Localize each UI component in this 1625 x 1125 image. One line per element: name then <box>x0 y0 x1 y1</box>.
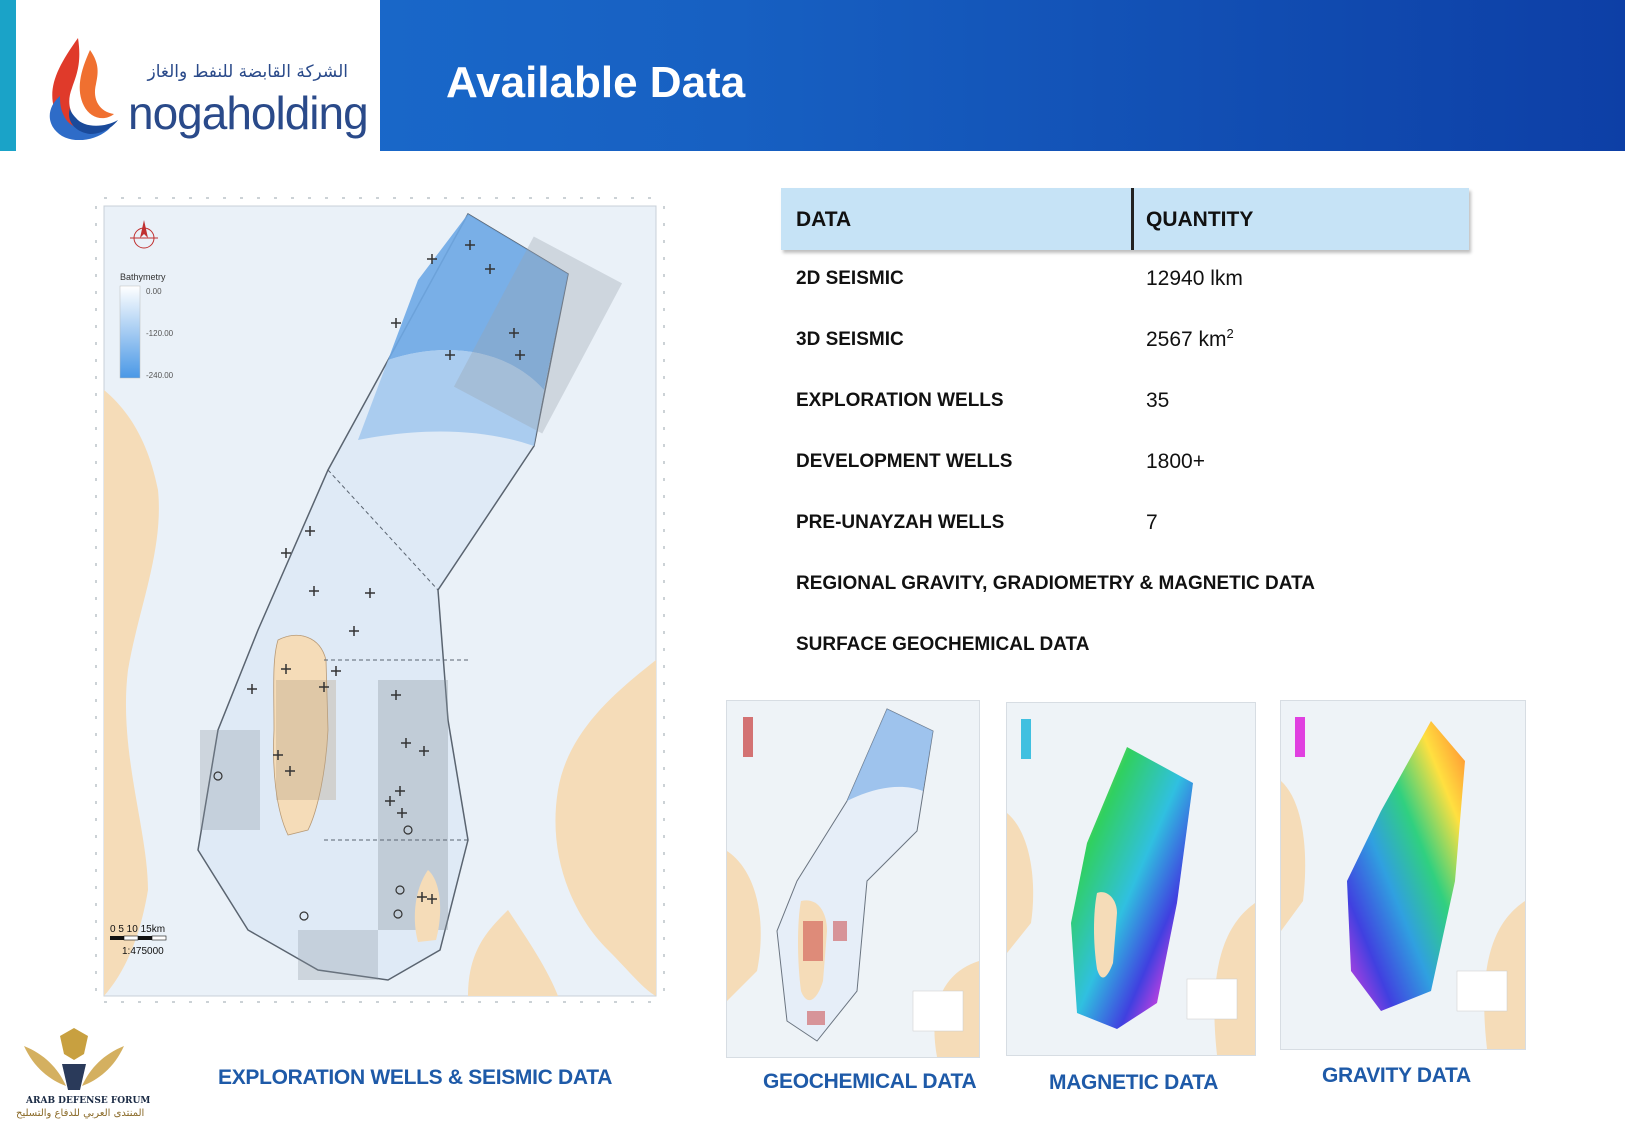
flame-logo-icon <box>49 38 118 140</box>
header-bar: الشركة القابضة للنفط والغاز nogaholding … <box>0 0 1625 151</box>
row-label: PRE-UNAYZAH WELLS <box>796 512 1005 533</box>
table-row: 2D SEISMIC 12940 lkm <box>781 250 1469 311</box>
row-value: 2567 km <box>1146 328 1227 351</box>
row-value-with-unit: 2567 km2 <box>1146 326 1234 352</box>
legend-value-top: 0.00 <box>146 287 162 296</box>
magnetic-map-caption: MAGNETIC DATA <box>1049 1071 1219 1094</box>
table-header: DATA QUANTITY <box>781 188 1469 250</box>
table-row: SURFACE GEOCHEMICAL DATA <box>781 616 1469 677</box>
table-row: REGIONAL GRAVITY, GRADIOMETRY & MAGNETIC… <box>781 555 1469 616</box>
exploration-map-caption: EXPLORATION WELLS & SEISMIC DATA <box>218 1066 613 1089</box>
available-data-table: DATA QUANTITY 2D SEISMIC 12940 lkm 3D SE… <box>781 188 1469 677</box>
logo-text: nogaholding <box>128 87 369 139</box>
exploration-map: Bathymetry 0.00 -120.00 -240.00 0 5 10 1… <box>95 197 665 1003</box>
page-title: Available Data <box>446 58 746 107</box>
row-label: REGIONAL GRAVITY, GRADIOMETRY & MAGNETIC… <box>796 573 1315 594</box>
scale-bar-labels: 0 5 10 15km <box>110 924 165 935</box>
row-label: EXPLORATION WELLS <box>796 390 1004 411</box>
row-label: 2D SEISMIC <box>796 268 904 289</box>
table-row: PRE-UNAYZAH WELLS 7 <box>781 494 1469 555</box>
geochemical-map-caption: GEOCHEMICAL DATA <box>763 1070 977 1093</box>
magnetic-map <box>1006 702 1256 1056</box>
table-row: EXPLORATION WELLS 35 <box>781 372 1469 433</box>
table-row: 3D SEISMIC 2567 km2 <box>781 311 1469 372</box>
column-header-quantity: QUANTITY <box>1146 208 1254 231</box>
gravity-map-caption: GRAVITY DATA <box>1322 1064 1471 1087</box>
unit-superscript: 2 <box>1226 326 1234 341</box>
row-value: 7 <box>1146 511 1158 534</box>
table-row: DEVELOPMENT WELLS 1800+ <box>781 433 1469 494</box>
logo-arabic-text: الشركة القابضة للنفط والغاز <box>147 62 348 82</box>
column-divider <box>1131 188 1134 250</box>
header-accent-stripe <box>0 0 16 151</box>
geochemical-map <box>726 700 980 1058</box>
gravity-map <box>1280 700 1526 1050</box>
row-value: 12940 lkm <box>1146 267 1243 290</box>
legend-title: Bathymetry <box>120 272 166 282</box>
legend-value-mid: -120.00 <box>146 329 174 338</box>
row-label: DEVELOPMENT WELLS <box>796 451 1013 472</box>
row-label: SURFACE GEOCHEMICAL DATA <box>796 634 1090 655</box>
row-value: 1800+ <box>1146 450 1205 473</box>
column-header-data: DATA <box>796 208 852 231</box>
watermark-title: ARAB DEFENSE FORUM <box>26 1096 151 1106</box>
legend-value-bottom: -240.00 <box>146 371 174 380</box>
watermark-arabic: المنتدى العربي للدفاع والتسليح <box>16 1108 145 1119</box>
row-label: 3D SEISMIC <box>796 329 904 350</box>
row-value: 35 <box>1146 389 1170 412</box>
scale-ratio: 1:475000 <box>122 946 164 957</box>
